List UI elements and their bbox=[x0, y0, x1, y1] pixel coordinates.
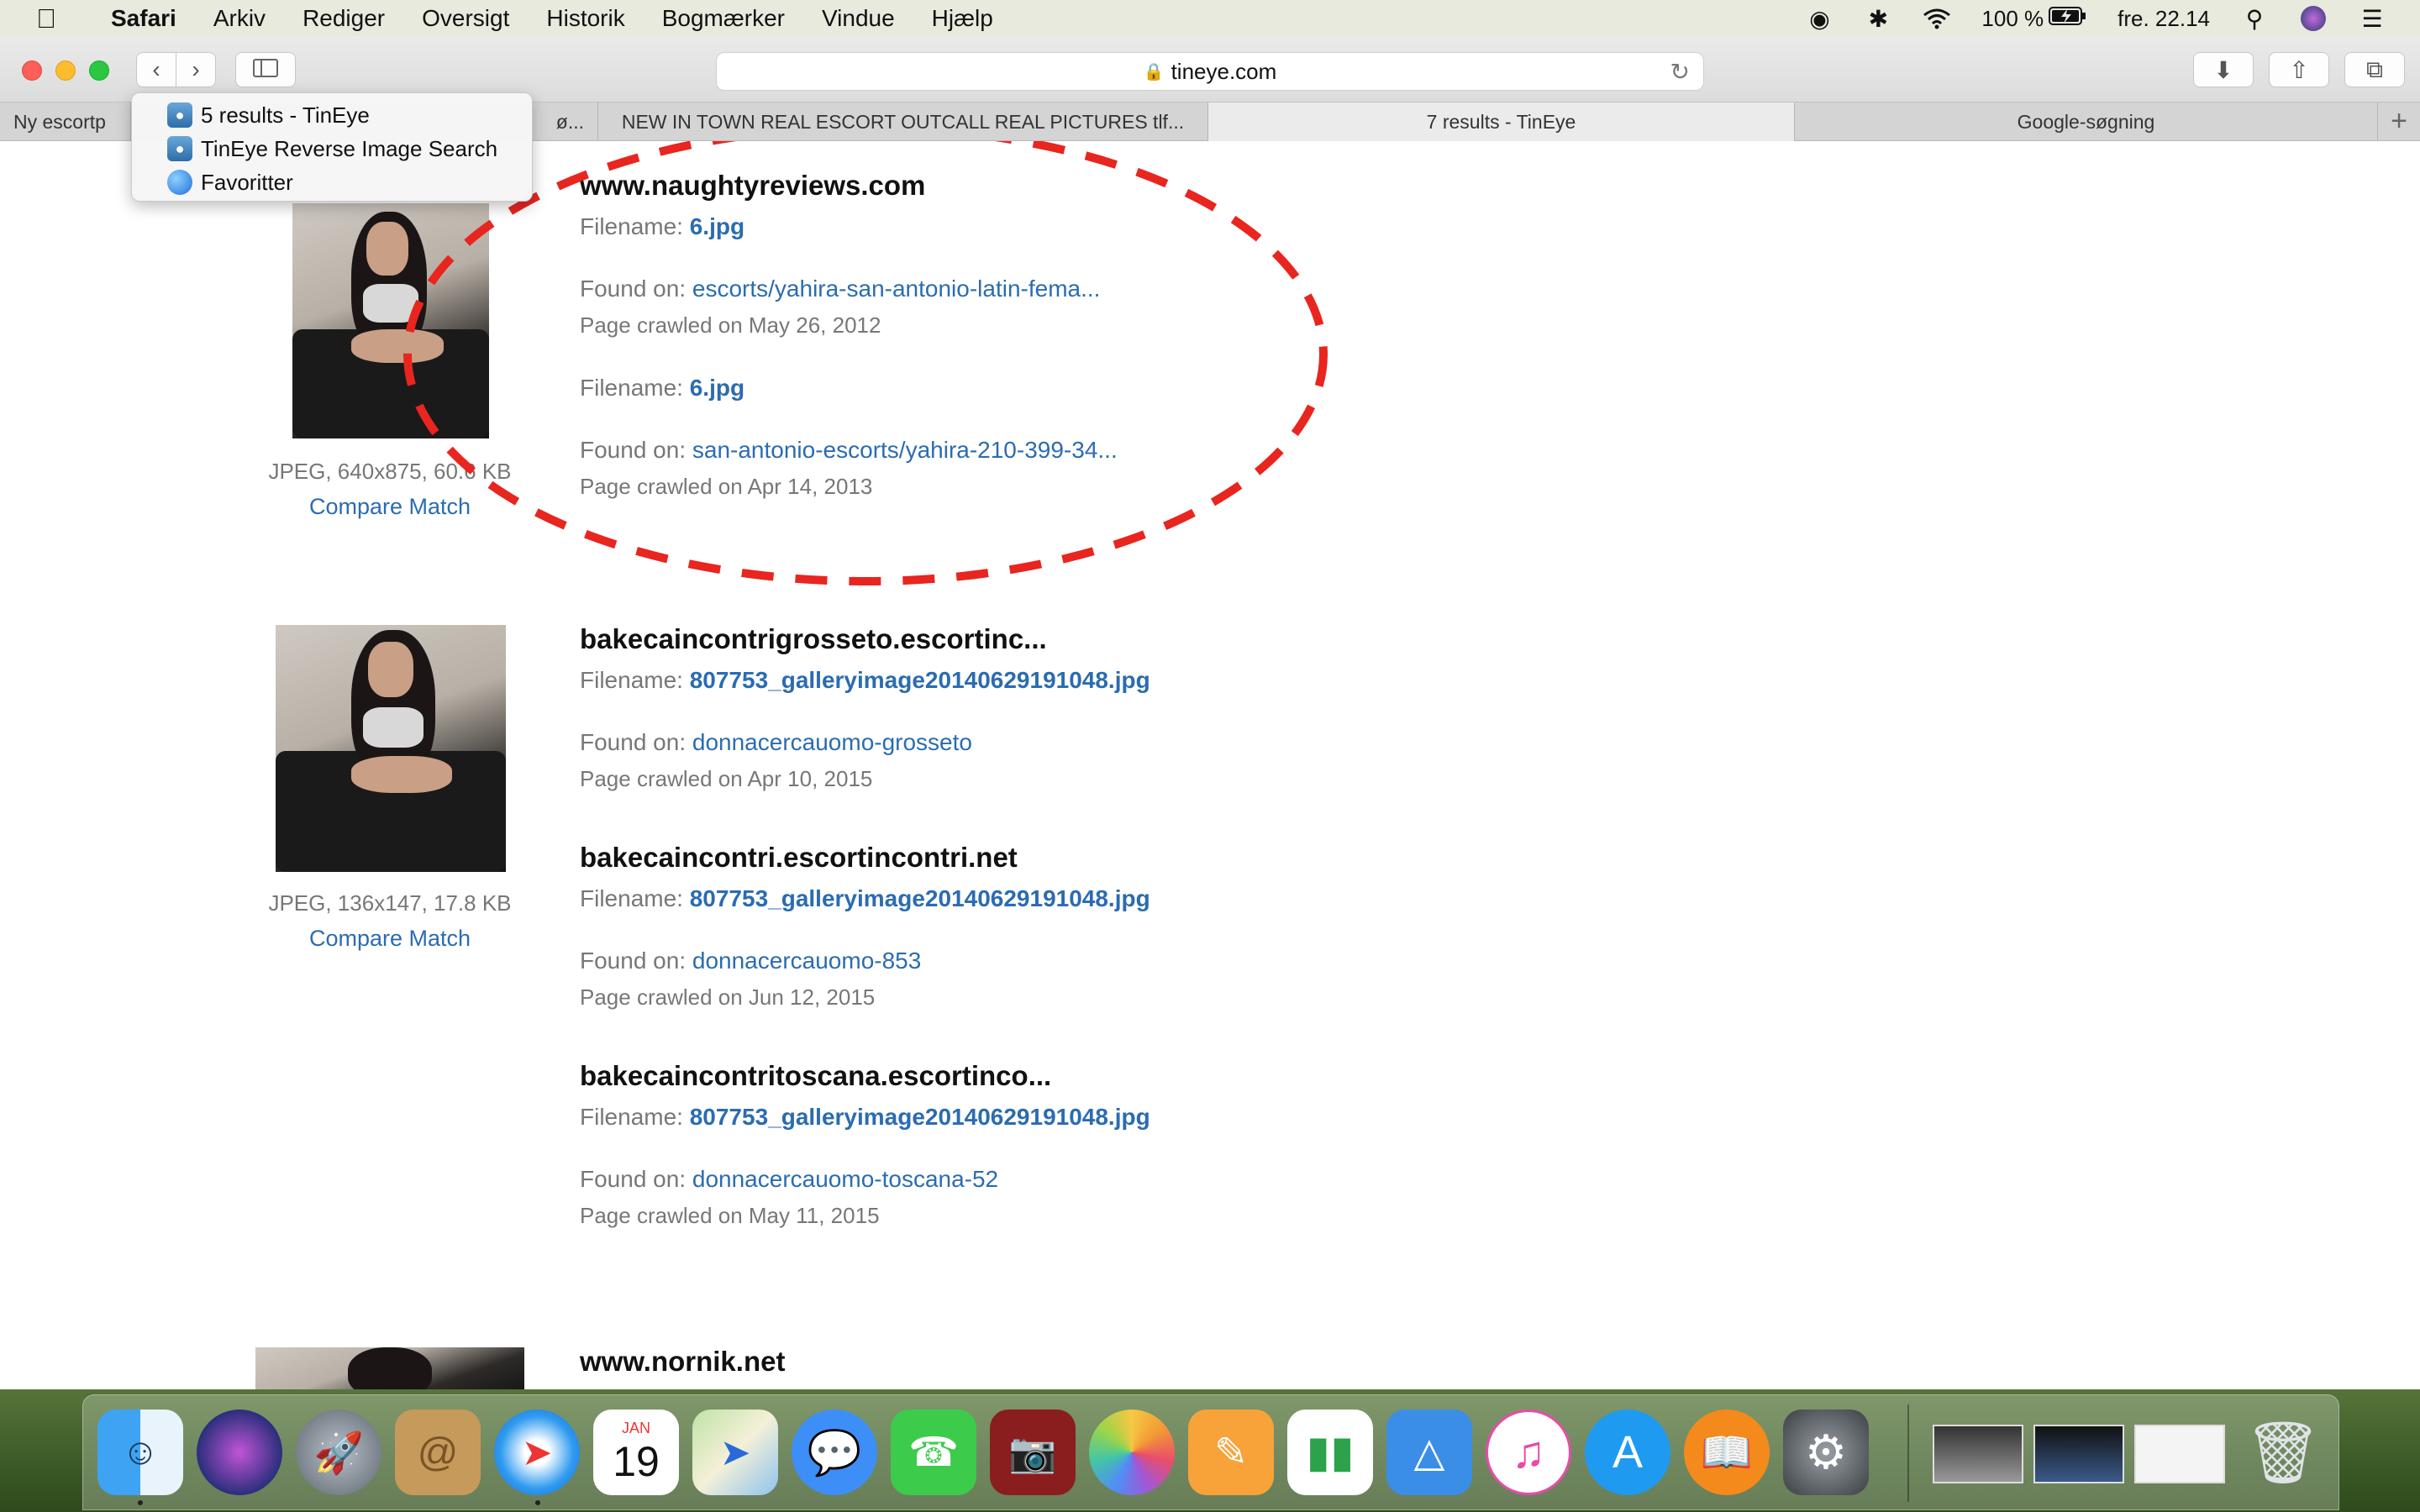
minimized-window-thumbnail[interactable] bbox=[2134, 1425, 2225, 1483]
calendar-icon[interactable]: JAN 19 bbox=[593, 1410, 679, 1495]
app-store-icon[interactable]: A bbox=[1585, 1410, 1670, 1495]
battery-percent: 100 % bbox=[1981, 5, 2044, 31]
share-button[interactable]: ⇧ bbox=[2269, 52, 2329, 87]
keynote-icon[interactable]: △ bbox=[1386, 1410, 1472, 1495]
minimize-window-button[interactable] bbox=[55, 60, 76, 81]
wifi-icon[interactable] bbox=[1923, 6, 1951, 31]
launchpad-icon[interactable]: 🚀 bbox=[296, 1410, 381, 1495]
tab-new-in-town[interactable]: NEW IN TOWN REAL ESCORT OUTCALL REAL PIC… bbox=[598, 102, 1208, 141]
chevron-right-icon: › bbox=[192, 56, 200, 82]
back-button[interactable]: ‹ bbox=[136, 52, 176, 87]
menu-app-safari[interactable]: Safari bbox=[92, 5, 195, 32]
menu-arkiv[interactable]: Arkiv bbox=[195, 5, 284, 32]
clock[interactable]: fre. 22.14 bbox=[2118, 6, 2210, 32]
share-icon: ⇧ bbox=[2289, 56, 2309, 83]
tineye-icon: ● bbox=[167, 102, 192, 128]
history-item[interactable]: ● 5 results - TinEye bbox=[132, 98, 532, 132]
spotlight-search-icon[interactable]: ⚲ bbox=[2240, 6, 2269, 32]
calendar-month: JAN bbox=[621, 1419, 650, 1436]
finder-icon[interactable]: ☺ bbox=[97, 1410, 183, 1495]
download-icon: ⬇ bbox=[2213, 56, 2233, 83]
photo-booth-icon[interactable]: 📷 bbox=[990, 1410, 1076, 1495]
battery-status[interactable]: 100 % bbox=[1981, 6, 2087, 32]
facetime-icon[interactable]: ☎ bbox=[891, 1410, 976, 1495]
globe-icon bbox=[167, 170, 192, 195]
menu-historik[interactable]: Historik bbox=[528, 5, 643, 32]
history-item-label: TinEye Reverse Image Search bbox=[201, 135, 498, 161]
history-item-label: Favoritter bbox=[201, 169, 293, 195]
menu-rediger[interactable]: Rediger bbox=[284, 5, 403, 32]
tab-google-search[interactable]: Google-søgning bbox=[1795, 102, 2378, 141]
tineye-icon: ● bbox=[167, 136, 192, 161]
plus-icon: + bbox=[2391, 105, 2407, 137]
numbers-icon[interactable]: ▮▮ bbox=[1287, 1410, 1373, 1495]
downloads-button[interactable]: ⬇ bbox=[2193, 52, 2254, 87]
battery-icon bbox=[2049, 6, 2087, 32]
siri-menu-icon[interactable] bbox=[2299, 6, 2328, 31]
history-item[interactable]: ● TinEye Reverse Image Search bbox=[132, 132, 532, 165]
messages-icon[interactable]: 💬 bbox=[792, 1410, 877, 1495]
chevron-left-icon: ‹ bbox=[152, 56, 160, 82]
fullscreen-window-button[interactable] bbox=[89, 60, 109, 81]
menu-hjaelp[interactable]: Hjælp bbox=[913, 5, 1012, 32]
siri-icon[interactable] bbox=[197, 1410, 282, 1495]
dock-separator bbox=[1907, 1404, 1909, 1502]
itunes-icon[interactable]: ♫ bbox=[1486, 1410, 1571, 1495]
maps-icon[interactable]: ➤ bbox=[692, 1410, 778, 1495]
pages-icon[interactable]: ✎ bbox=[1188, 1410, 1274, 1495]
address-bar[interactable]: 🔒 tineye.com ↻ bbox=[716, 52, 1704, 91]
calendar-day: 19 bbox=[613, 1437, 660, 1485]
running-indicator bbox=[138, 1500, 143, 1505]
trash-icon[interactable]: 🗑 bbox=[2240, 1410, 2326, 1495]
photos-icon[interactable] bbox=[1089, 1410, 1175, 1495]
tab-ny-escort[interactable]: Ny escortp bbox=[0, 102, 131, 141]
contacts-icon[interactable]: @ bbox=[395, 1410, 481, 1495]
notification-center-icon[interactable]: ☰ bbox=[2358, 6, 2386, 32]
annotation-ellipse bbox=[403, 141, 1328, 585]
close-window-button[interactable] bbox=[22, 60, 42, 81]
reload-icon[interactable]: ↻ bbox=[1670, 58, 1690, 86]
show-tabs-button[interactable]: ⧉ bbox=[2344, 52, 2405, 87]
history-item-label: 5 results - TinEye bbox=[201, 102, 370, 128]
vpn-icon[interactable]: ◉ bbox=[1805, 6, 1833, 32]
ibooks-icon[interactable]: 📖 bbox=[1684, 1410, 1770, 1495]
minimized-window-thumbnail[interactable] bbox=[1933, 1425, 2023, 1483]
running-indicator bbox=[535, 1500, 540, 1505]
menu-bar:  Safari Arkiv Rediger Oversigt Historik… bbox=[0, 0, 2420, 37]
safari-icon[interactable]: ➤ bbox=[494, 1410, 580, 1495]
lock-icon: 🔒 bbox=[1143, 62, 1165, 81]
tabs-overview-icon: ⧉ bbox=[2366, 55, 2383, 82]
url-text: tineye.com bbox=[1171, 58, 1277, 84]
menu-bogmaerker[interactable]: Bogmærker bbox=[644, 5, 803, 32]
menu-oversigt[interactable]: Oversigt bbox=[403, 5, 528, 32]
sidebar-icon bbox=[253, 56, 278, 83]
minimized-window-thumbnail[interactable] bbox=[2033, 1425, 2124, 1483]
back-history-menu: ● 5 results - TinEye ● TinEye Reverse Im… bbox=[131, 92, 533, 202]
tab-7-results-tineye[interactable]: 7 results - TinEye bbox=[1208, 102, 1795, 141]
menu-vindue[interactable]: Vindue bbox=[803, 5, 913, 32]
system-preferences-icon[interactable]: ⚙ bbox=[1783, 1410, 1869, 1495]
sidebar-button[interactable] bbox=[235, 52, 296, 87]
history-item[interactable]: Favoritter bbox=[132, 165, 532, 199]
apple-menu-icon[interactable]:  bbox=[0, 3, 92, 34]
page-content: JPEG, 640x875, 60.6 KB Compare Match www… bbox=[0, 141, 2420, 1389]
new-tab-button[interactable]: + bbox=[2378, 102, 2420, 140]
forward-button[interactable]: › bbox=[176, 52, 216, 87]
bluetooth-icon[interactable]: ✱ bbox=[1864, 6, 1892, 32]
